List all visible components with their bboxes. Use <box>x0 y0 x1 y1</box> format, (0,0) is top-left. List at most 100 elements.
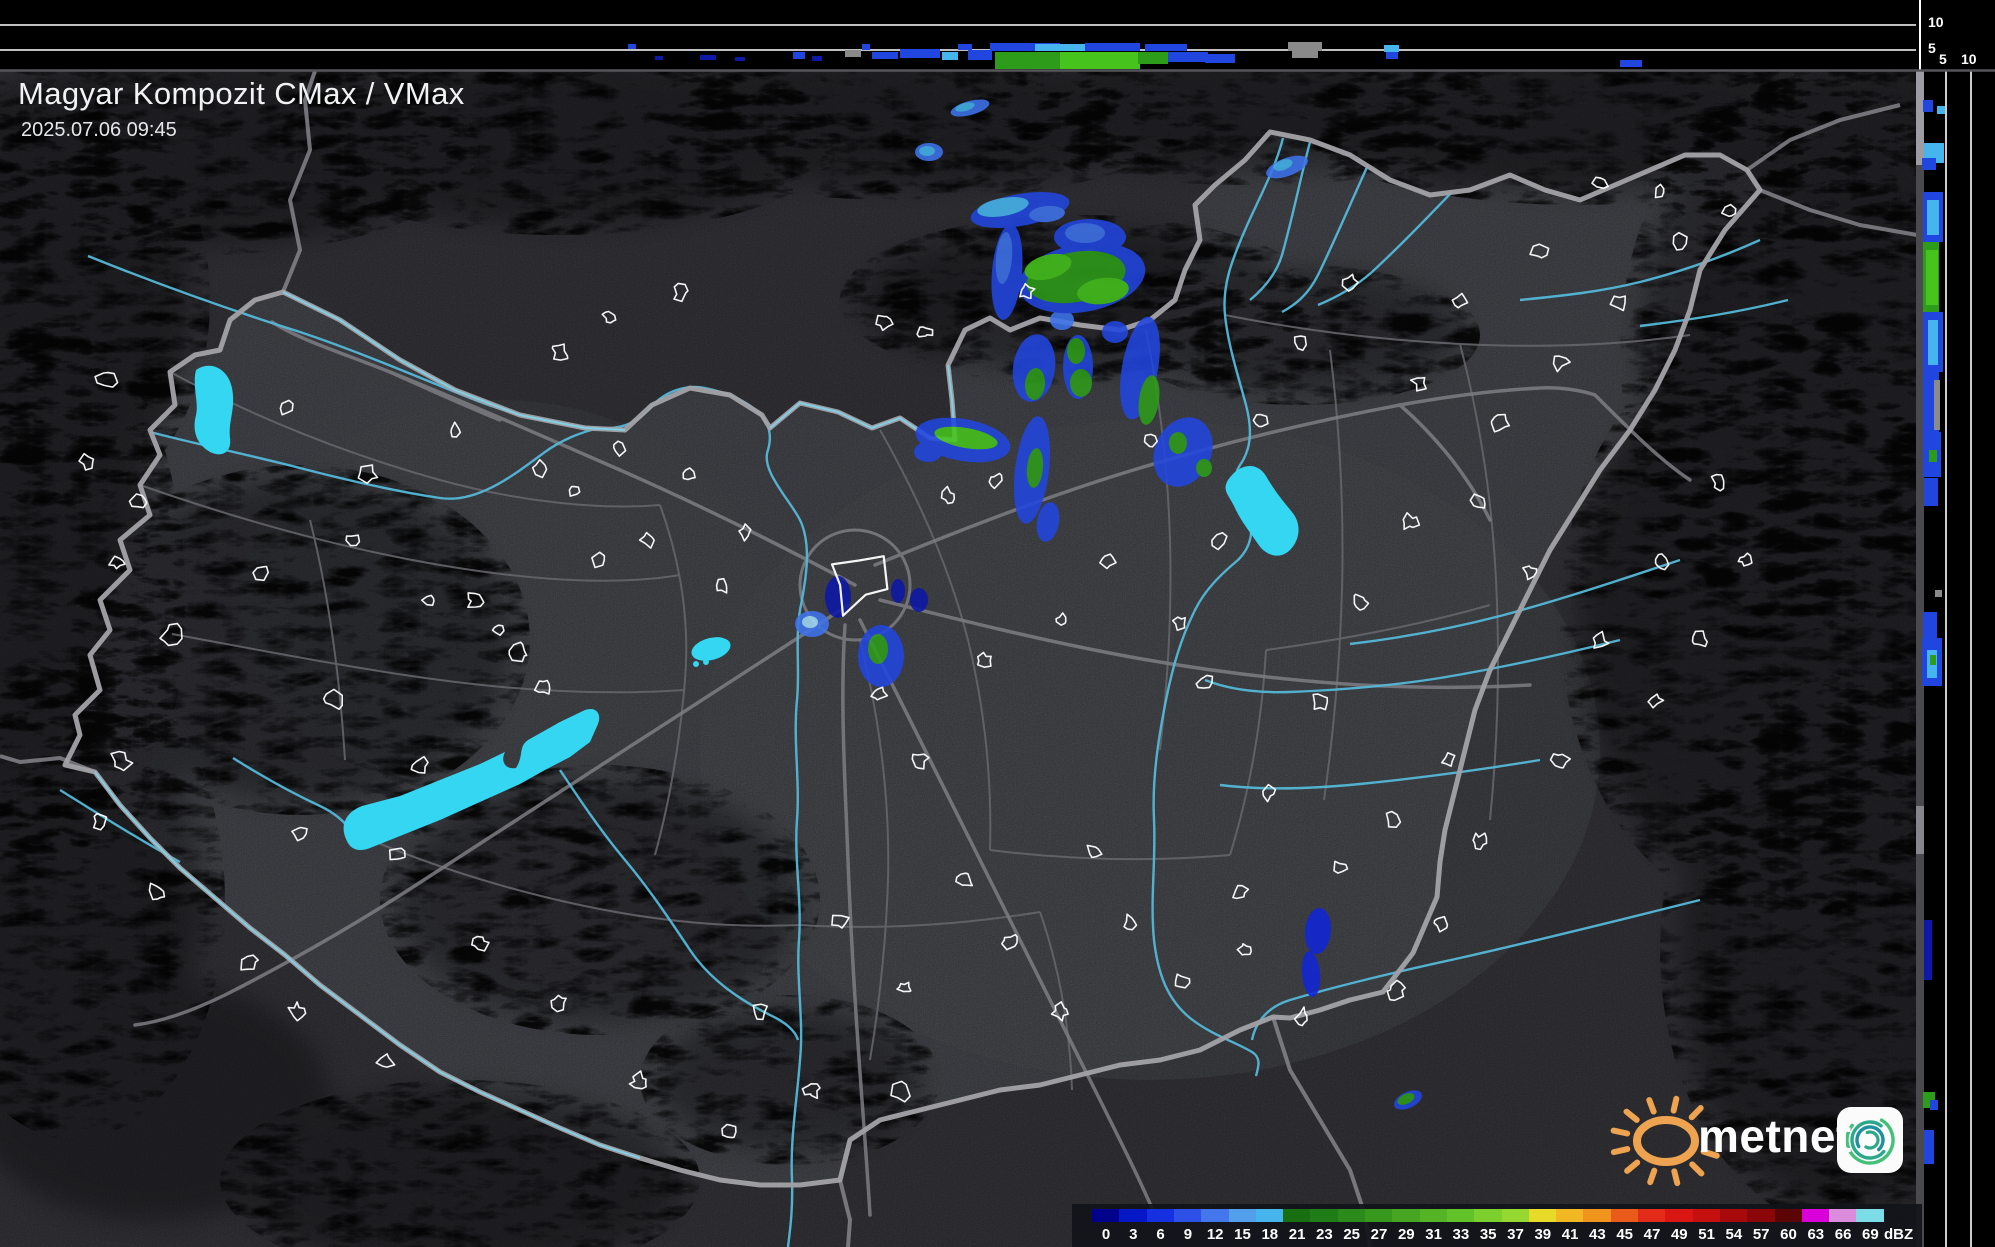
legend-cell <box>1392 1209 1421 1222</box>
legend-tick-label: 57 <box>1752 1226 1770 1243</box>
legend-tick-label: 15 <box>1234 1226 1251 1243</box>
profile-echo <box>872 52 898 59</box>
top-profile-panel <box>0 0 1920 70</box>
profile-echo <box>1168 52 1208 62</box>
profile-echo <box>862 44 870 50</box>
sun-ray <box>1671 1168 1681 1187</box>
radar-composite-view: Magyar Kompozit CMax / VMax 2025.07.06 0… <box>0 0 1995 1247</box>
profile-echo <box>1937 106 1945 114</box>
legend-tick-label: 31 <box>1425 1226 1442 1243</box>
legend-cell <box>1365 1209 1393 1222</box>
metnet-wordmark: metnet <box>1698 1110 1852 1162</box>
legend-cell <box>1446 1209 1475 1222</box>
radar-echo <box>891 579 905 603</box>
legend-tick-label: 25 <box>1343 1226 1361 1243</box>
legend-cell <box>1692 1209 1721 1222</box>
radar-echo <box>1169 432 1187 454</box>
legend-cell <box>1665 1209 1694 1222</box>
legend-tick-label: 45 <box>1616 1226 1634 1243</box>
profile-echo <box>1035 44 1085 51</box>
right-axis-label-10km: 10 <box>1961 51 1977 67</box>
legend-tick-label: 39 <box>1534 1226 1552 1243</box>
radar-echo <box>1065 223 1105 243</box>
legend-tick-label: 21 <box>1288 1226 1306 1243</box>
right-axis-label-5km: 5 <box>1939 51 1947 67</box>
profile-echo <box>1924 920 1932 980</box>
profile-echo <box>900 49 940 58</box>
profile-echo <box>1620 60 1642 67</box>
profile-echo <box>1145 44 1187 51</box>
sun-ray <box>1610 1146 1631 1156</box>
radar-echo <box>868 634 888 664</box>
sun-ray <box>1647 1167 1658 1186</box>
radar-echo <box>914 442 942 462</box>
legend-cell <box>1774 1209 1803 1222</box>
profile-echo <box>942 52 958 60</box>
legend-cell <box>1829 1209 1857 1222</box>
legend-cell <box>1856 1209 1885 1222</box>
profile-echo <box>1927 200 1939 235</box>
legend-cell <box>1146 1209 1175 1222</box>
timestamp: 2025.07.06 09:45 <box>21 119 177 141</box>
legend-tick-label: 0 <box>1101 1226 1111 1243</box>
radar-echo <box>910 588 928 612</box>
radar-echo <box>1102 321 1128 343</box>
map-layer <box>0 71 1916 1247</box>
legend-cell <box>1092 1209 1120 1222</box>
right-profile-panel <box>1916 71 1995 1247</box>
legend-cell <box>1474 1209 1503 1222</box>
profile-echo <box>1923 100 1933 112</box>
legend-cell <box>1201 1209 1230 1222</box>
legend-tick-label: 27 <box>1370 1226 1388 1243</box>
right-separator-light-segment <box>1916 71 1924 165</box>
profile-echo <box>1924 1130 1934 1164</box>
legend-tick-label: 51 <box>1698 1226 1715 1243</box>
legend-unit-label: dBZ <box>1884 1226 1914 1243</box>
profile-echo <box>1930 1100 1938 1110</box>
profile-echo <box>1288 42 1322 51</box>
profile-echo <box>1060 52 1140 69</box>
legend-tick-label: 35 <box>1479 1226 1497 1243</box>
radar-echo <box>802 616 818 628</box>
profile-echo <box>1085 43 1140 51</box>
profile-echo <box>1922 158 1936 170</box>
legend-tick-label: 29 <box>1397 1226 1415 1243</box>
legend-tick-label: 60 <box>1780 1226 1797 1243</box>
legend-cell <box>1337 1209 1366 1222</box>
legend-tick-label: 43 <box>1589 1226 1606 1243</box>
legend-tick-label: 9 <box>1183 1226 1193 1243</box>
profile-echo <box>735 57 745 61</box>
profile-echo <box>1292 50 1318 58</box>
legend-cell <box>1173 1209 1202 1222</box>
legend-cell <box>1310 1209 1339 1222</box>
profile-echo <box>845 50 861 57</box>
legend-cell <box>1119 1209 1148 1222</box>
profile-echo <box>628 44 636 49</box>
profile-echo <box>793 52 805 59</box>
legend-cell <box>1528 1209 1557 1222</box>
profile-echo <box>958 44 972 50</box>
legend-tick-label: 49 <box>1670 1226 1688 1243</box>
legend-tick-label: 41 <box>1561 1226 1579 1243</box>
radar-echo <box>1070 369 1092 397</box>
legend-tick-label: 66 <box>1834 1226 1852 1243</box>
profile-echo <box>1926 250 1938 305</box>
profile-echo <box>655 56 663 60</box>
legend-cell <box>1556 1209 1584 1222</box>
legend-tick-label: 6 <box>1156 1226 1165 1243</box>
radar-map-canvas <box>0 0 1995 1247</box>
legend-cell <box>1610 1209 1639 1222</box>
profile-echo <box>812 56 822 61</box>
profile-echo <box>1923 612 1937 640</box>
legend-cell <box>1719 1209 1748 1222</box>
profile-echo <box>1935 590 1942 597</box>
profile-echo <box>1934 380 1940 430</box>
legend-cell <box>1583 1209 1612 1222</box>
sun-ray <box>1610 1127 1631 1137</box>
radar-echo <box>1067 338 1085 364</box>
legend-tick-label: 54 <box>1725 1226 1743 1243</box>
legend-tick-label: 3 <box>1129 1226 1138 1243</box>
legend-tick-label: 12 <box>1206 1226 1224 1243</box>
page-title: Magyar Kompozit CMax / VMax <box>18 76 465 111</box>
lake-ferto <box>194 365 234 455</box>
